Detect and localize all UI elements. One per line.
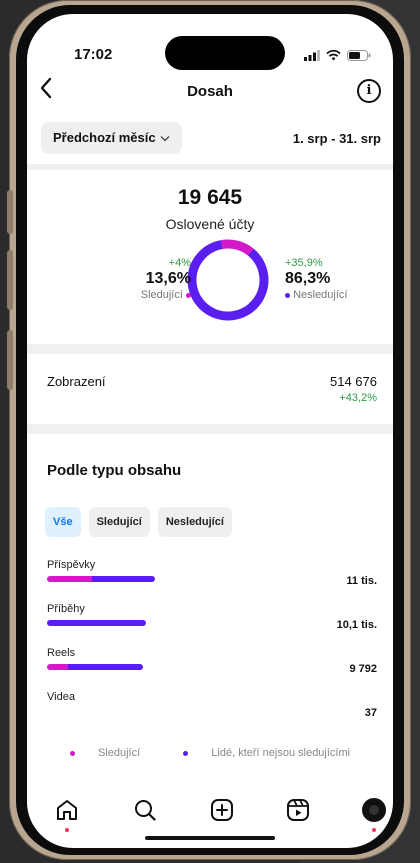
content-type-row: Příběhy 10,1 tis. [47, 603, 377, 631]
tab-create[interactable] [208, 796, 236, 824]
side-button [7, 330, 13, 390]
followers-label: Sledující [140, 289, 183, 301]
content-type-title: Podle typu obsahu [47, 462, 182, 479]
impressions-delta: +43,2% [339, 392, 377, 404]
legend-non-followers-label: Lidé, kteří nejsou sledujícími [211, 747, 351, 759]
content-type-row: Videa 37 [47, 691, 377, 719]
phone-screen: 17:02 Dosah i Předchozí měsíc 1. srp - 3… [27, 14, 393, 848]
section-divider [27, 164, 393, 170]
content-type-row: Reels 9 792 [47, 647, 377, 675]
tab-profile[interactable] [360, 796, 388, 832]
status-time: 17:02 [74, 46, 113, 63]
battery-icon [347, 48, 371, 66]
bar-segment-non-followers [47, 620, 147, 626]
content-type-bar [47, 664, 377, 670]
status-icons [304, 48, 371, 66]
non-followers-label: Nesledující [293, 289, 348, 301]
impressions-value: 514 676 [330, 374, 377, 389]
legend-non-followers-dot-icon [183, 750, 189, 756]
legend-followers-dot-icon [69, 750, 75, 756]
tab-search[interactable] [131, 796, 159, 824]
home-icon [57, 800, 77, 820]
reach-donut-chart [187, 239, 269, 321]
bar-segment-followers [47, 664, 69, 670]
non-followers-delta: +35,9% [285, 257, 323, 269]
section-divider [27, 424, 393, 434]
impressions-row[interactable]: Zobrazení 514 676 +43,2% [47, 374, 377, 404]
period-row: Předchozí měsíc 1. srp - 31. srp [27, 122, 393, 158]
tab-home[interactable] [53, 796, 81, 832]
tab-reels[interactable] [284, 796, 312, 824]
period-selector[interactable]: Předchozí měsíc [41, 122, 182, 154]
reach-total: 19 645 [177, 186, 243, 209]
impressions-label: Zobrazení [47, 374, 106, 389]
followers-delta: +4% [168, 257, 191, 269]
filter-chip-all[interactable]: Vše [45, 507, 81, 537]
search-icon [135, 800, 156, 821]
content-type-value: 11 tis. [346, 575, 377, 587]
section-divider [27, 344, 393, 354]
info-button[interactable]: i [357, 79, 381, 103]
content-type-name: Příběhy [47, 603, 85, 615]
volume-up-button [7, 190, 13, 234]
date-range: 1. srp - 31. srp [292, 131, 381, 146]
followers-dot-icon [186, 292, 191, 298]
wifi-icon [326, 48, 341, 66]
legend-followers: Sledující [60, 747, 150, 759]
bar-segment-non-followers [92, 576, 155, 582]
content-type-value: 10,1 tis. [336, 619, 377, 631]
followers-label-row: Sledující [87, 289, 191, 301]
create-icon [211, 799, 233, 821]
content-legend: Sledující Lidé, kteří nejsou sledujícími [27, 747, 393, 759]
reach-label: Oslovené účty [165, 216, 255, 232]
notification-dot [372, 828, 376, 832]
donut-segment-non-followers [187, 239, 269, 321]
notification-dot [65, 828, 69, 832]
followers-percent: 13,6% [145, 270, 191, 287]
non-followers-percent: 86,3% [285, 270, 331, 287]
bar-segment-non-followers [68, 664, 144, 670]
signal-icon [304, 48, 320, 66]
period-selector-label: Předchozí měsíc [53, 130, 156, 145]
content-type-bar [47, 576, 377, 582]
profile-avatar [362, 798, 386, 822]
home-indicator [145, 836, 275, 840]
content-type-bar [47, 620, 377, 626]
filter-chip-followers[interactable]: Sledující [88, 507, 150, 537]
filter-chip-non-followers[interactable]: Nesledující [157, 507, 232, 537]
non-followers-dot-icon [285, 292, 290, 298]
top-navigation: Dosah i [27, 77, 393, 107]
chevron-down-icon [160, 135, 170, 141]
followers-stat: +4% 13,6% Sledující [87, 257, 191, 301]
content-type-row: Příspěvky 11 tis. [47, 559, 377, 587]
non-followers-label-row: Nesledující [285, 289, 393, 301]
content-type-value: 37 [364, 707, 377, 719]
dynamic-island [165, 36, 285, 70]
reels-icon [287, 799, 309, 821]
info-icon: i [366, 83, 372, 98]
page-title: Dosah [187, 83, 233, 100]
content-type-name: Příspěvky [47, 559, 96, 571]
donut-segment-followers [187, 239, 269, 321]
volume-down-button [7, 250, 13, 310]
content-type-name: Videa [47, 691, 75, 703]
legend-followers-label: Sledující [97, 747, 141, 759]
content-type-name: Reels [47, 647, 76, 659]
content-type-bar [47, 708, 377, 714]
non-followers-stat: +35,9% 86,3% Nesledující [285, 257, 393, 301]
legend-non-followers: Lidé, kteří nejsou sledujícími [173, 747, 360, 759]
content-filter-chips: Vše Sledující Nesledující [45, 507, 232, 537]
content-type-value: 9 792 [349, 663, 377, 675]
bar-segment-followers [47, 576, 93, 582]
